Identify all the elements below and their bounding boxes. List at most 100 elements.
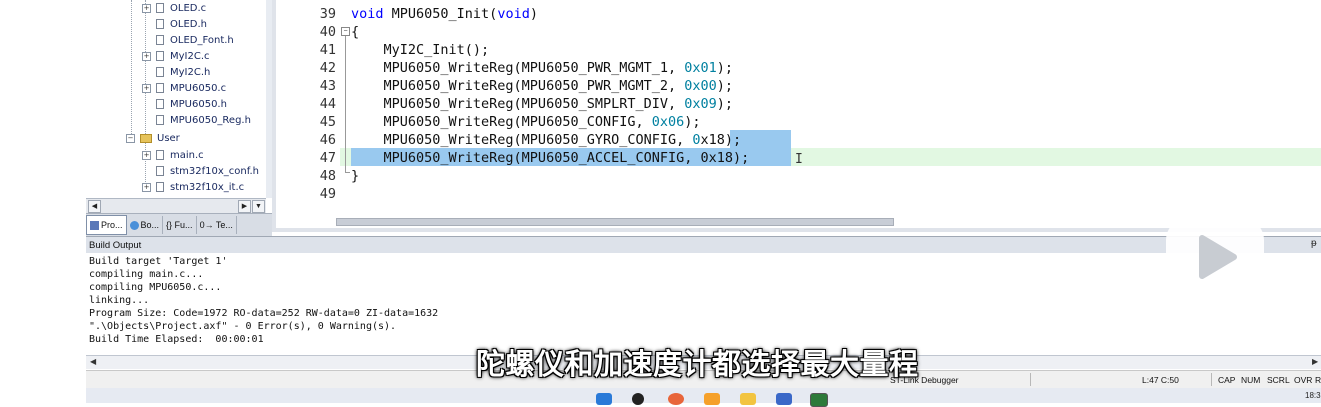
line-number: 39 (319, 6, 336, 22)
tab-project[interactable]: Pro... (86, 215, 127, 235)
tree-item[interactable]: OLED_Font.h (142, 32, 234, 48)
tree-item-label: MPU6050.h (170, 98, 227, 110)
tree-item-label: MyI2C.c (170, 50, 210, 62)
folder-icon (140, 133, 152, 143)
tree-item[interactable]: − User (126, 130, 180, 146)
line-number: 45 (319, 114, 336, 130)
scroll-right-icon[interactable]: ▶ (1312, 357, 1318, 366)
tree-item-label: main.c (170, 149, 204, 161)
file-icon (156, 99, 164, 109)
file-icon (156, 51, 164, 61)
text-cursor-icon: I (795, 152, 803, 167)
tree-item-label: OLED.c (170, 2, 207, 14)
app-icon[interactable] (704, 393, 720, 405)
left-margin (0, 0, 86, 403)
build-output-line: Build target 'Target 1' (89, 256, 228, 267)
project-icon (90, 220, 99, 230)
tree-item[interactable]: stm32f10x_conf.h (142, 163, 259, 179)
scroll-left-icon[interactable]: ◀ (88, 200, 101, 213)
tree-item[interactable]: + stm32f10x_it.c (142, 179, 244, 195)
editor-horizontal-scrollbar[interactable] (336, 218, 894, 226)
file-icon (156, 182, 164, 192)
build-output-header: Build Output (86, 236, 1321, 253)
tree-item[interactable]: MyI2C.h (142, 64, 210, 80)
line-number: 40 (319, 24, 336, 40)
tree-horizontal-scrollbar[interactable]: ◀ ▶ ▼ (86, 198, 266, 213)
tree-item-label: stm32f10x_it.c (170, 181, 245, 193)
code-line-46: MPU6050_WriteReg(MPU6050_GYRO_CONFIG, 0x… (351, 132, 742, 148)
code-line-42: MPU6050_WriteReg(MPU6050_PWR_MGMT_1, 0x0… (351, 60, 734, 76)
tree-item-label: User (157, 132, 180, 144)
code-line-48: } (351, 168, 360, 184)
code-line-45: MPU6050_WriteReg(MPU6050_CONFIG, 0x06); (351, 114, 701, 130)
file-icon (156, 19, 164, 29)
books-icon (129, 220, 139, 230)
video-subtitle: 陀螺仪和加速度计都选择最大量程 (476, 347, 919, 381)
tree-item[interactable]: + MPU6050.c (142, 80, 226, 96)
build-output-line: Build Time Elapsed: 00:00:01 (89, 334, 264, 345)
expand-icon[interactable]: + (142, 150, 151, 160)
play-button-icon[interactable] (1162, 198, 1268, 298)
tab-books[interactable]: Bo... (127, 216, 164, 234)
tree-item[interactable]: + MyI2C.c (142, 48, 210, 64)
line-number: 43 (319, 78, 336, 94)
file-icon (156, 166, 164, 176)
build-output-line: compiling main.c... (89, 269, 204, 280)
collapse-icon[interactable]: − (126, 133, 135, 143)
tree-item-label: MPU6050.c (170, 82, 227, 94)
line-number: 49 (319, 186, 336, 202)
tree-item-label: OLED.h (170, 18, 207, 30)
scroll-lock-indicator: SCRL (1267, 375, 1290, 385)
build-output-line: compiling MPU6050.c... (89, 282, 222, 293)
line-number: 47 (319, 150, 336, 166)
file-icon (156, 3, 164, 13)
tree-item[interactable]: MPU6050_Reg.h (142, 112, 251, 128)
line-number: 41 (319, 42, 336, 58)
build-output-line: linking... (89, 295, 150, 306)
tab-functions[interactable]: {} Fu... (163, 216, 197, 234)
expand-icon[interactable]: + (142, 83, 151, 93)
line-number: 44 (319, 96, 336, 112)
expand-icon[interactable]: + (142, 182, 151, 192)
tree-item[interactable]: OLED.h (142, 16, 207, 32)
file-icon (156, 67, 164, 77)
overwrite-indicator: OVR (1294, 375, 1313, 385)
tree-item[interactable]: MPU6050.h (142, 96, 227, 112)
line-number: 42 (319, 60, 336, 76)
clock: 18:3 (1305, 391, 1321, 400)
fold-guide-end (345, 172, 350, 173)
caps-indicator: CAP (1218, 375, 1236, 385)
expand-icon[interactable]: + (142, 3, 151, 13)
code-line-47: MPU6050_WriteReg(MPU6050_ACCEL_CONFIG, 0… (351, 150, 750, 166)
tree-item-label: MPU6050_Reg.h (170, 114, 251, 126)
file-icon (156, 35, 164, 45)
code-line-44: MPU6050_WriteReg(MPU6050_SMPLRT_DIV, 0x0… (351, 96, 734, 112)
tree-item-label: MyI2C.h (170, 66, 211, 78)
read-indicator: R (1315, 375, 1321, 385)
scroll-down-icon[interactable]: ▼ (252, 200, 265, 213)
project-panel-tabs: Pro... Bo... {} Fu... 0→ Te... (86, 213, 272, 236)
tab-templates[interactable]: 0→ Te... (197, 216, 237, 234)
build-output-panel[interactable] (86, 253, 1321, 355)
fold-guide (345, 36, 346, 172)
file-icon (156, 115, 164, 125)
fold-toggle-icon[interactable]: − (341, 27, 350, 36)
scroll-right-icon[interactable]: ▶ (238, 200, 251, 213)
folder-icon[interactable] (740, 393, 756, 405)
tree-item-label: stm32f10x_conf.h (170, 165, 260, 177)
keil-icon[interactable] (810, 393, 828, 407)
browser-icon[interactable] (668, 393, 684, 405)
search-icon[interactable] (632, 393, 644, 405)
pin-icon[interactable]: ᵽ (1311, 238, 1317, 249)
code-line-40: { (351, 24, 360, 40)
num-indicator: NUM (1241, 375, 1261, 385)
code-line-39: void MPU6050_Init(void) (351, 6, 538, 22)
scroll-left-icon[interactable]: ◀ (90, 357, 96, 366)
expand-icon[interactable]: + (142, 51, 151, 61)
tree-item-label: OLED_Font.h (170, 34, 234, 46)
start-icon[interactable] (596, 393, 612, 405)
store-icon[interactable] (776, 393, 792, 405)
tree-item[interactable]: + main.c (142, 147, 204, 163)
build-output-line: ".\Objects\Project.axf" - 0 Error(s), 0 … (89, 321, 397, 332)
tree-item[interactable]: + OLED.c (142, 0, 206, 16)
